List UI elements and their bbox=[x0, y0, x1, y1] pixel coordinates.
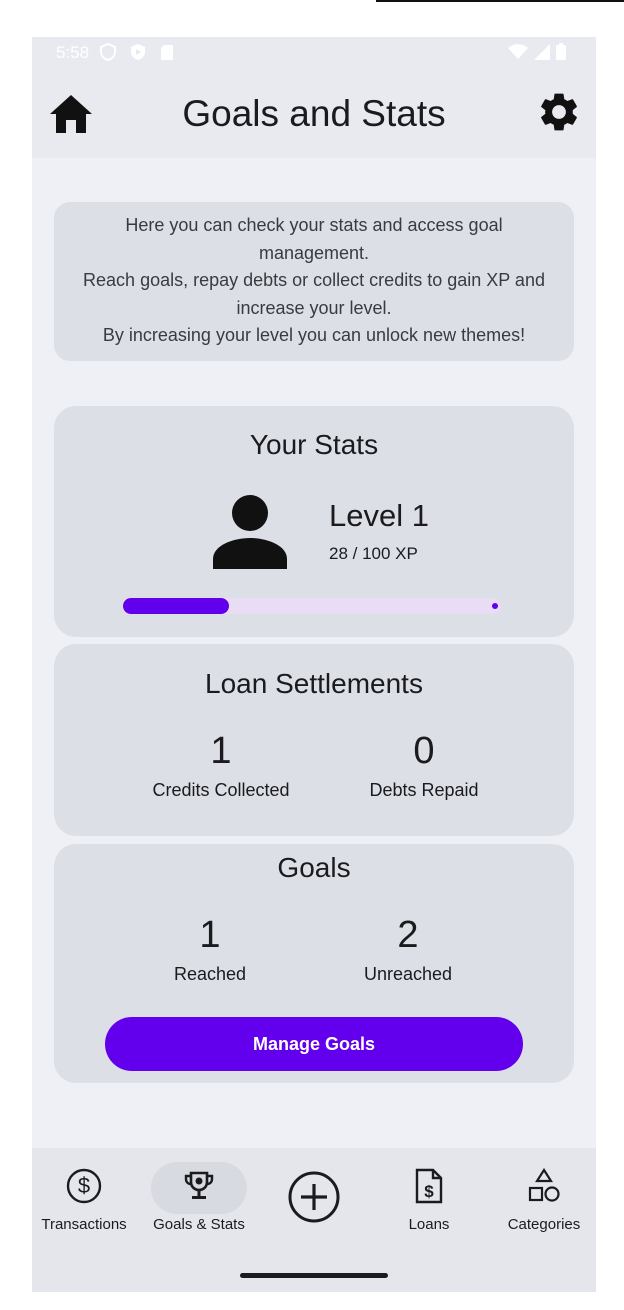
nav-label-goals-stats: Goals & Stats bbox=[153, 1216, 245, 1233]
manage-goals-button[interactable]: Manage Goals bbox=[105, 1017, 523, 1071]
page-title: Goals and Stats bbox=[182, 93, 446, 134]
info-line-2: Reach goals, repay debts or collect cred… bbox=[83, 270, 545, 318]
nav-icon-wrap-loans: $ bbox=[381, 1162, 477, 1214]
info-line-3: By increasing your level you can unlock … bbox=[102, 325, 526, 346]
xp-progress-bar bbox=[123, 598, 501, 614]
goals-unreached-stat: 2 Unreached bbox=[308, 913, 508, 985]
debts-repaid-value: 0 bbox=[413, 730, 435, 772]
debts-repaid-stat: 0 Debts Repaid bbox=[324, 729, 524, 801]
svg-text:$: $ bbox=[78, 1173, 90, 1198]
goals-card: Goals 1 Reached 2 Unreached Manage Goals bbox=[54, 844, 574, 1083]
credits-collected-value: 1 bbox=[210, 730, 232, 772]
nav-item-categories[interactable]: Categories bbox=[489, 1162, 596, 1233]
info-line-1: Here you can check your stats and access… bbox=[125, 215, 503, 263]
signal-icon bbox=[534, 43, 550, 65]
nav-label-categories: Categories bbox=[507, 1216, 581, 1233]
shapes-icon bbox=[526, 1167, 562, 1209]
bottom-navigation: $ Transactions Goals & Stats $ Loans Cat… bbox=[32, 1148, 596, 1292]
goals-title: Goals bbox=[277, 852, 351, 883]
credits-collected-label: Credits Collected bbox=[152, 780, 290, 800]
app-bar: Goals and Stats bbox=[32, 71, 596, 158]
status-time: 5:58 bbox=[56, 43, 90, 62]
debts-repaid-label: Debts Repaid bbox=[369, 780, 479, 800]
gesture-navigation-bar[interactable] bbox=[240, 1273, 388, 1278]
goals-unreached-value: 2 bbox=[397, 914, 419, 956]
loan-settlements-card: Loan Settlements 1 Credits Collected 0 D… bbox=[54, 644, 574, 836]
shield-outline-icon bbox=[100, 42, 116, 66]
goals-unreached-label: Unreached bbox=[363, 964, 453, 984]
trophy-icon bbox=[183, 1170, 215, 1207]
nav-icon-wrap-goals-stats bbox=[151, 1162, 247, 1214]
sd-card-icon bbox=[160, 44, 174, 66]
nav-label-loans: Loans bbox=[408, 1216, 450, 1233]
status-bar: 5:58 bbox=[32, 37, 596, 71]
phone-screen: 5:58 Goals and Stats Here you can check … bbox=[32, 37, 596, 1292]
nav-label-transactions: Transactions bbox=[41, 1216, 127, 1233]
status-left-icons bbox=[100, 42, 174, 66]
add-circle-icon bbox=[287, 1170, 341, 1229]
xp-label: 28 / 100 XP bbox=[329, 544, 418, 563]
goals-reached-value: 1 bbox=[199, 914, 221, 956]
xp-progress-fill bbox=[123, 598, 229, 614]
wifi-icon bbox=[508, 43, 528, 65]
home-button[interactable] bbox=[47, 92, 95, 140]
nav-icon-wrap-categories bbox=[496, 1162, 592, 1214]
nav-item-goals-stats[interactable]: Goals & Stats bbox=[144, 1162, 254, 1233]
stats-card: Your Stats Level 1 28 / 100 XP bbox=[54, 406, 574, 637]
svg-text:$: $ bbox=[424, 1182, 434, 1201]
goals-reached-label: Reached bbox=[173, 964, 247, 984]
goals-reached-stat: 1 Reached bbox=[110, 913, 310, 985]
status-right-icons bbox=[508, 43, 566, 65]
xp-progress-end-dot bbox=[492, 603, 498, 609]
stats-title: Your Stats bbox=[249, 429, 379, 460]
dollar-circle-icon: $ bbox=[66, 1168, 102, 1209]
settings-button[interactable] bbox=[534, 89, 584, 139]
invoice-dollar-icon: $ bbox=[414, 1168, 444, 1209]
nav-item-transactions[interactable]: $ Transactions bbox=[32, 1162, 139, 1233]
nav-icon-wrap-transactions: $ bbox=[36, 1162, 132, 1214]
level-label: Level 1 bbox=[329, 498, 429, 533]
shield-play-icon bbox=[130, 43, 146, 66]
home-icon bbox=[50, 94, 92, 138]
settings-gear-icon bbox=[536, 89, 582, 140]
add-button[interactable] bbox=[287, 1170, 341, 1229]
nav-item-loans[interactable]: $ Loans bbox=[374, 1162, 484, 1233]
battery-icon bbox=[556, 43, 566, 65]
top-rule bbox=[376, 0, 624, 2]
person-icon bbox=[212, 493, 292, 573]
info-card: Here you can check your stats and access… bbox=[54, 202, 574, 361]
loan-settlements-title: Loan Settlements bbox=[205, 668, 423, 699]
credits-collected-stat: 1 Credits Collected bbox=[121, 729, 321, 801]
